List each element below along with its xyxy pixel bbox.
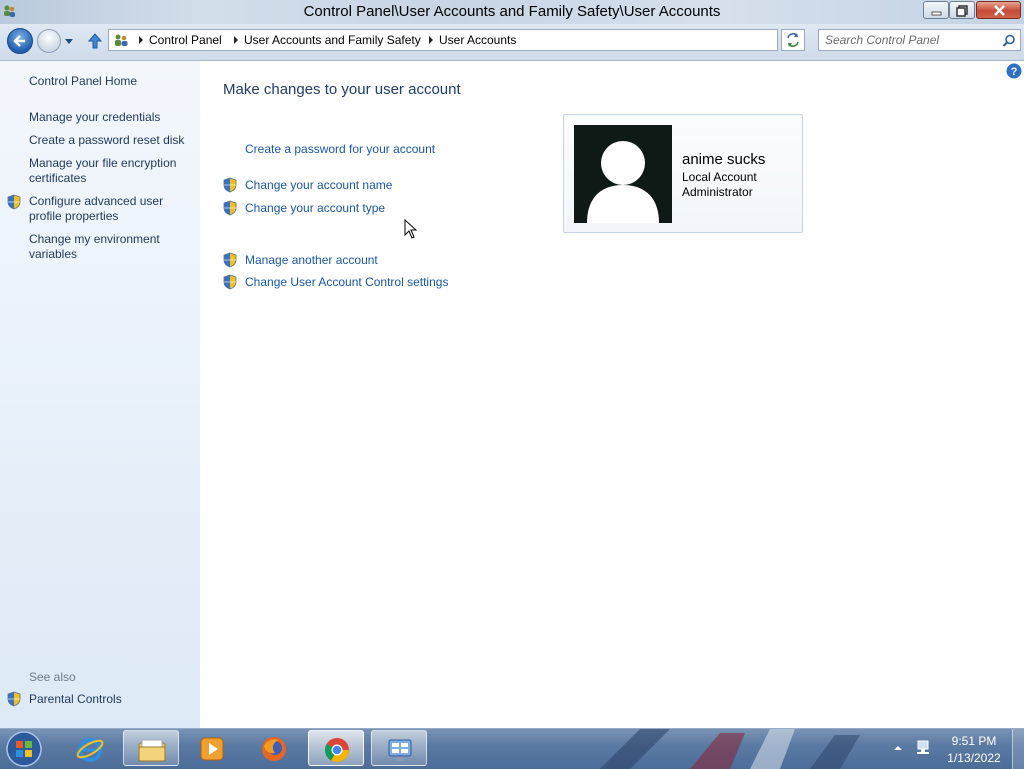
back-arrow-icon: [13, 35, 25, 47]
breadcrumb-separator-icon[interactable]: [232, 35, 240, 45]
breadcrumb-separator-icon[interactable]: [137, 35, 145, 45]
title-bar[interactable]: Control Panel\User Accounts and Family S…: [0, 0, 1024, 24]
clock-time[interactable]: 9:51 PM: [940, 734, 1008, 748]
change-environment-variables-link[interactable]: Change my environment variables: [29, 232, 194, 262]
default-user-icon: [587, 141, 659, 223]
address-bar[interactable]: Control Panel User Accounts and Family S…: [108, 29, 878, 51]
manage-another-account-link[interactable]: Manage another account: [245, 253, 378, 267]
clock-date[interactable]: 1/13/2022: [940, 751, 1008, 765]
recent-pages-dropdown-icon[interactable]: [63, 35, 75, 47]
navigation-bar: Control Panel User Accounts and Family S…: [0, 24, 1024, 61]
breadcrumb-user-accounts[interactable]: User Accounts: [439, 33, 516, 47]
taskbar-firefox[interactable]: [246, 730, 302, 766]
minimize-icon: [931, 11, 942, 16]
control-panel-home-link[interactable]: Control Panel Home: [29, 74, 194, 89]
maximize-button[interactable]: [949, 1, 975, 19]
taskbar-windows-explorer[interactable]: [123, 730, 179, 766]
change-account-name-link[interactable]: Change your account name: [245, 178, 392, 192]
task-pane: Control Panel Home Manage your credentia…: [0, 61, 200, 728]
uac-shield-icon: [7, 194, 21, 210]
change-account-type-link[interactable]: Change your account type: [245, 201, 385, 215]
back-button[interactable]: [7, 28, 33, 54]
user-name: anime sucks: [682, 151, 766, 168]
uac-shield-icon: [223, 200, 237, 216]
taskbar-media-player[interactable]: [184, 730, 240, 766]
close-button[interactable]: [976, 1, 1021, 19]
close-icon: [994, 5, 1005, 16]
folder-icon: [138, 739, 166, 762]
taskbar-control-panel[interactable]: [371, 730, 427, 766]
parental-controls-link[interactable]: Parental Controls: [29, 692, 194, 707]
svg-text:?: ?: [1011, 66, 1018, 78]
firefox-icon: [262, 737, 286, 761]
create-password-link[interactable]: Create a password for your account: [245, 142, 435, 156]
avatar: [574, 125, 672, 223]
chrome-icon: [324, 738, 349, 763]
user-account-card: anime sucks Local Account Administrator: [563, 114, 803, 233]
breadcrumb-separator-icon[interactable]: [427, 35, 435, 45]
mouse-pointer-icon: [404, 219, 418, 239]
media-player-icon: [200, 737, 224, 761]
internet-explorer-icon: [76, 738, 104, 762]
search-icon[interactable]: [1002, 34, 1016, 48]
wallpaper-peek-decoration: [600, 729, 860, 769]
breadcrumb-control-panel[interactable]: Control Panel: [149, 33, 222, 47]
uac-shield-icon: [223, 274, 237, 290]
search-box[interactable]: [818, 29, 1021, 51]
help-icon[interactable]: ?: [1006, 63, 1022, 79]
network-icon[interactable]: [914, 739, 932, 757]
control-panel-icon: [115, 34, 128, 46]
uac-shield-icon: [223, 252, 237, 268]
up-level-icon[interactable]: [86, 32, 104, 50]
page-title: Make changes to your user account: [223, 81, 461, 98]
refresh-icon: [787, 33, 799, 47]
uac-shield-icon: [223, 177, 237, 193]
manage-file-encryption-link[interactable]: Manage your file encryption certificates: [29, 156, 194, 186]
create-password-reset-disk-link[interactable]: Create a password reset disk: [29, 133, 194, 148]
user-role: Administrator: [682, 185, 753, 199]
see-also-heading: See also: [29, 670, 76, 684]
change-uac-settings-link[interactable]: Change User Account Control settings: [245, 275, 448, 289]
configure-advanced-profile-link[interactable]: Configure advanced user profile properti…: [29, 194, 194, 224]
minimize-button[interactable]: [923, 1, 949, 19]
search-input[interactable]: [825, 32, 995, 48]
taskbar: 9:51 PM 1/13/2022: [0, 728, 1024, 769]
show-desktop-button[interactable]: [1012, 729, 1024, 769]
refresh-button[interactable]: [781, 29, 805, 51]
forward-button[interactable]: [37, 29, 61, 53]
taskbar-internet-explorer[interactable]: [62, 730, 118, 766]
control-panel-icon: [388, 739, 412, 761]
windows-logo-icon: [6, 731, 42, 767]
uac-shield-icon: [7, 691, 21, 707]
taskbar-chrome[interactable]: [308, 730, 364, 766]
start-button[interactable]: [3, 730, 45, 768]
user-account-type: Local Account: [682, 170, 757, 184]
manage-credentials-link[interactable]: Manage your credentials: [29, 110, 194, 125]
window-title: Control Panel\User Accounts and Family S…: [303, 3, 721, 20]
show-hidden-icons-icon[interactable]: [893, 744, 903, 752]
breadcrumb-user-accounts-family-safety[interactable]: User Accounts and Family Safety: [244, 33, 421, 47]
restore-icon: [956, 5, 968, 17]
